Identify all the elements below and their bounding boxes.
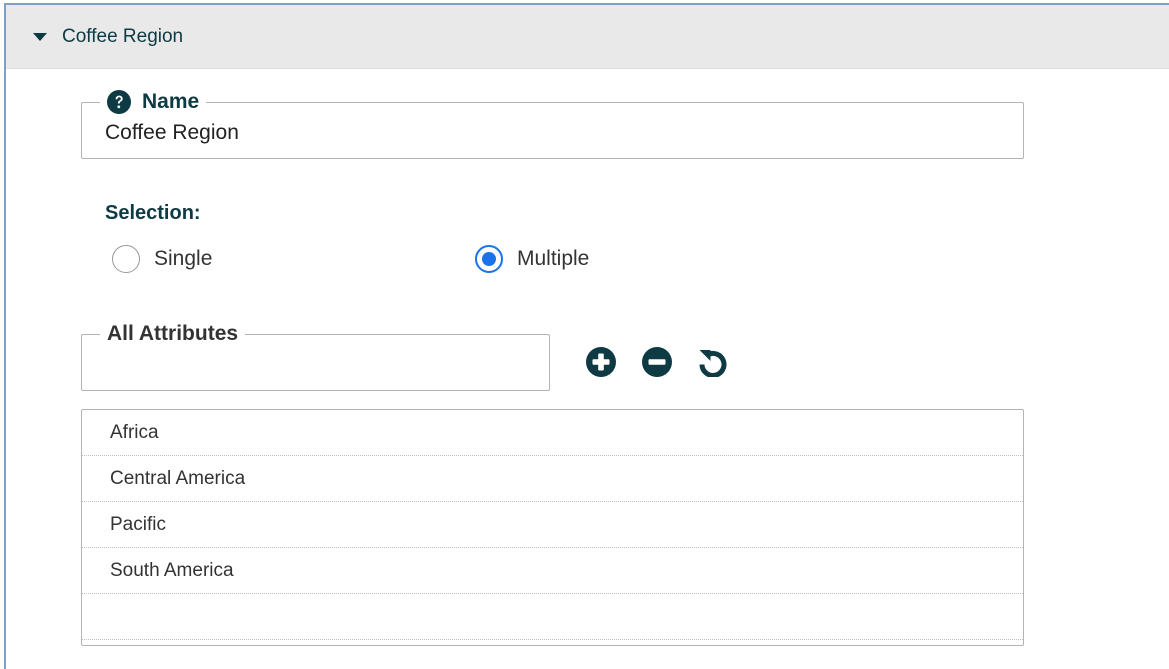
attributes-legend: All Attributes [100,319,246,349]
list-item[interactable]: Africa [82,410,1023,456]
section-title: Coffee Region [62,25,184,47]
list-item[interactable]: South America [82,548,1023,594]
attributes-list[interactable]: Africa Central America Pacific South Ame… [81,409,1024,646]
question-circle-icon[interactable] [107,90,131,114]
caret-down-icon[interactable] [33,32,47,41]
list-item[interactable] [82,594,1023,640]
add-icon[interactable] [586,347,616,377]
radio-single-button[interactable] [112,245,140,273]
name-label: Name [142,90,200,113]
reset-icon[interactable] [697,347,727,377]
name-input[interactable]: Coffee Region [105,121,239,145]
radio-multiple[interactable]: Multiple [475,245,589,273]
list-item[interactable]: Central America [82,456,1023,502]
name-legend: Name [100,87,207,117]
radio-dot [482,252,496,266]
name-field[interactable]: Name Coffee Region [81,87,1024,159]
list-item[interactable]: Pacific [82,502,1023,548]
radio-single-label[interactable]: Single [154,247,212,271]
selection-label: Selection: [105,202,201,224]
section-header[interactable]: Coffee Region [6,5,1169,69]
attributes-field[interactable]: All Attributes [81,319,550,391]
attributes-label: All Attributes [107,322,239,345]
radio-multiple-label[interactable]: Multiple [517,247,589,271]
remove-icon[interactable] [642,347,672,377]
panel: Coffee Region Name Coffee Region Selecti… [4,3,1169,669]
radio-multiple-button[interactable] [475,245,503,273]
radio-single[interactable]: Single [112,245,212,273]
